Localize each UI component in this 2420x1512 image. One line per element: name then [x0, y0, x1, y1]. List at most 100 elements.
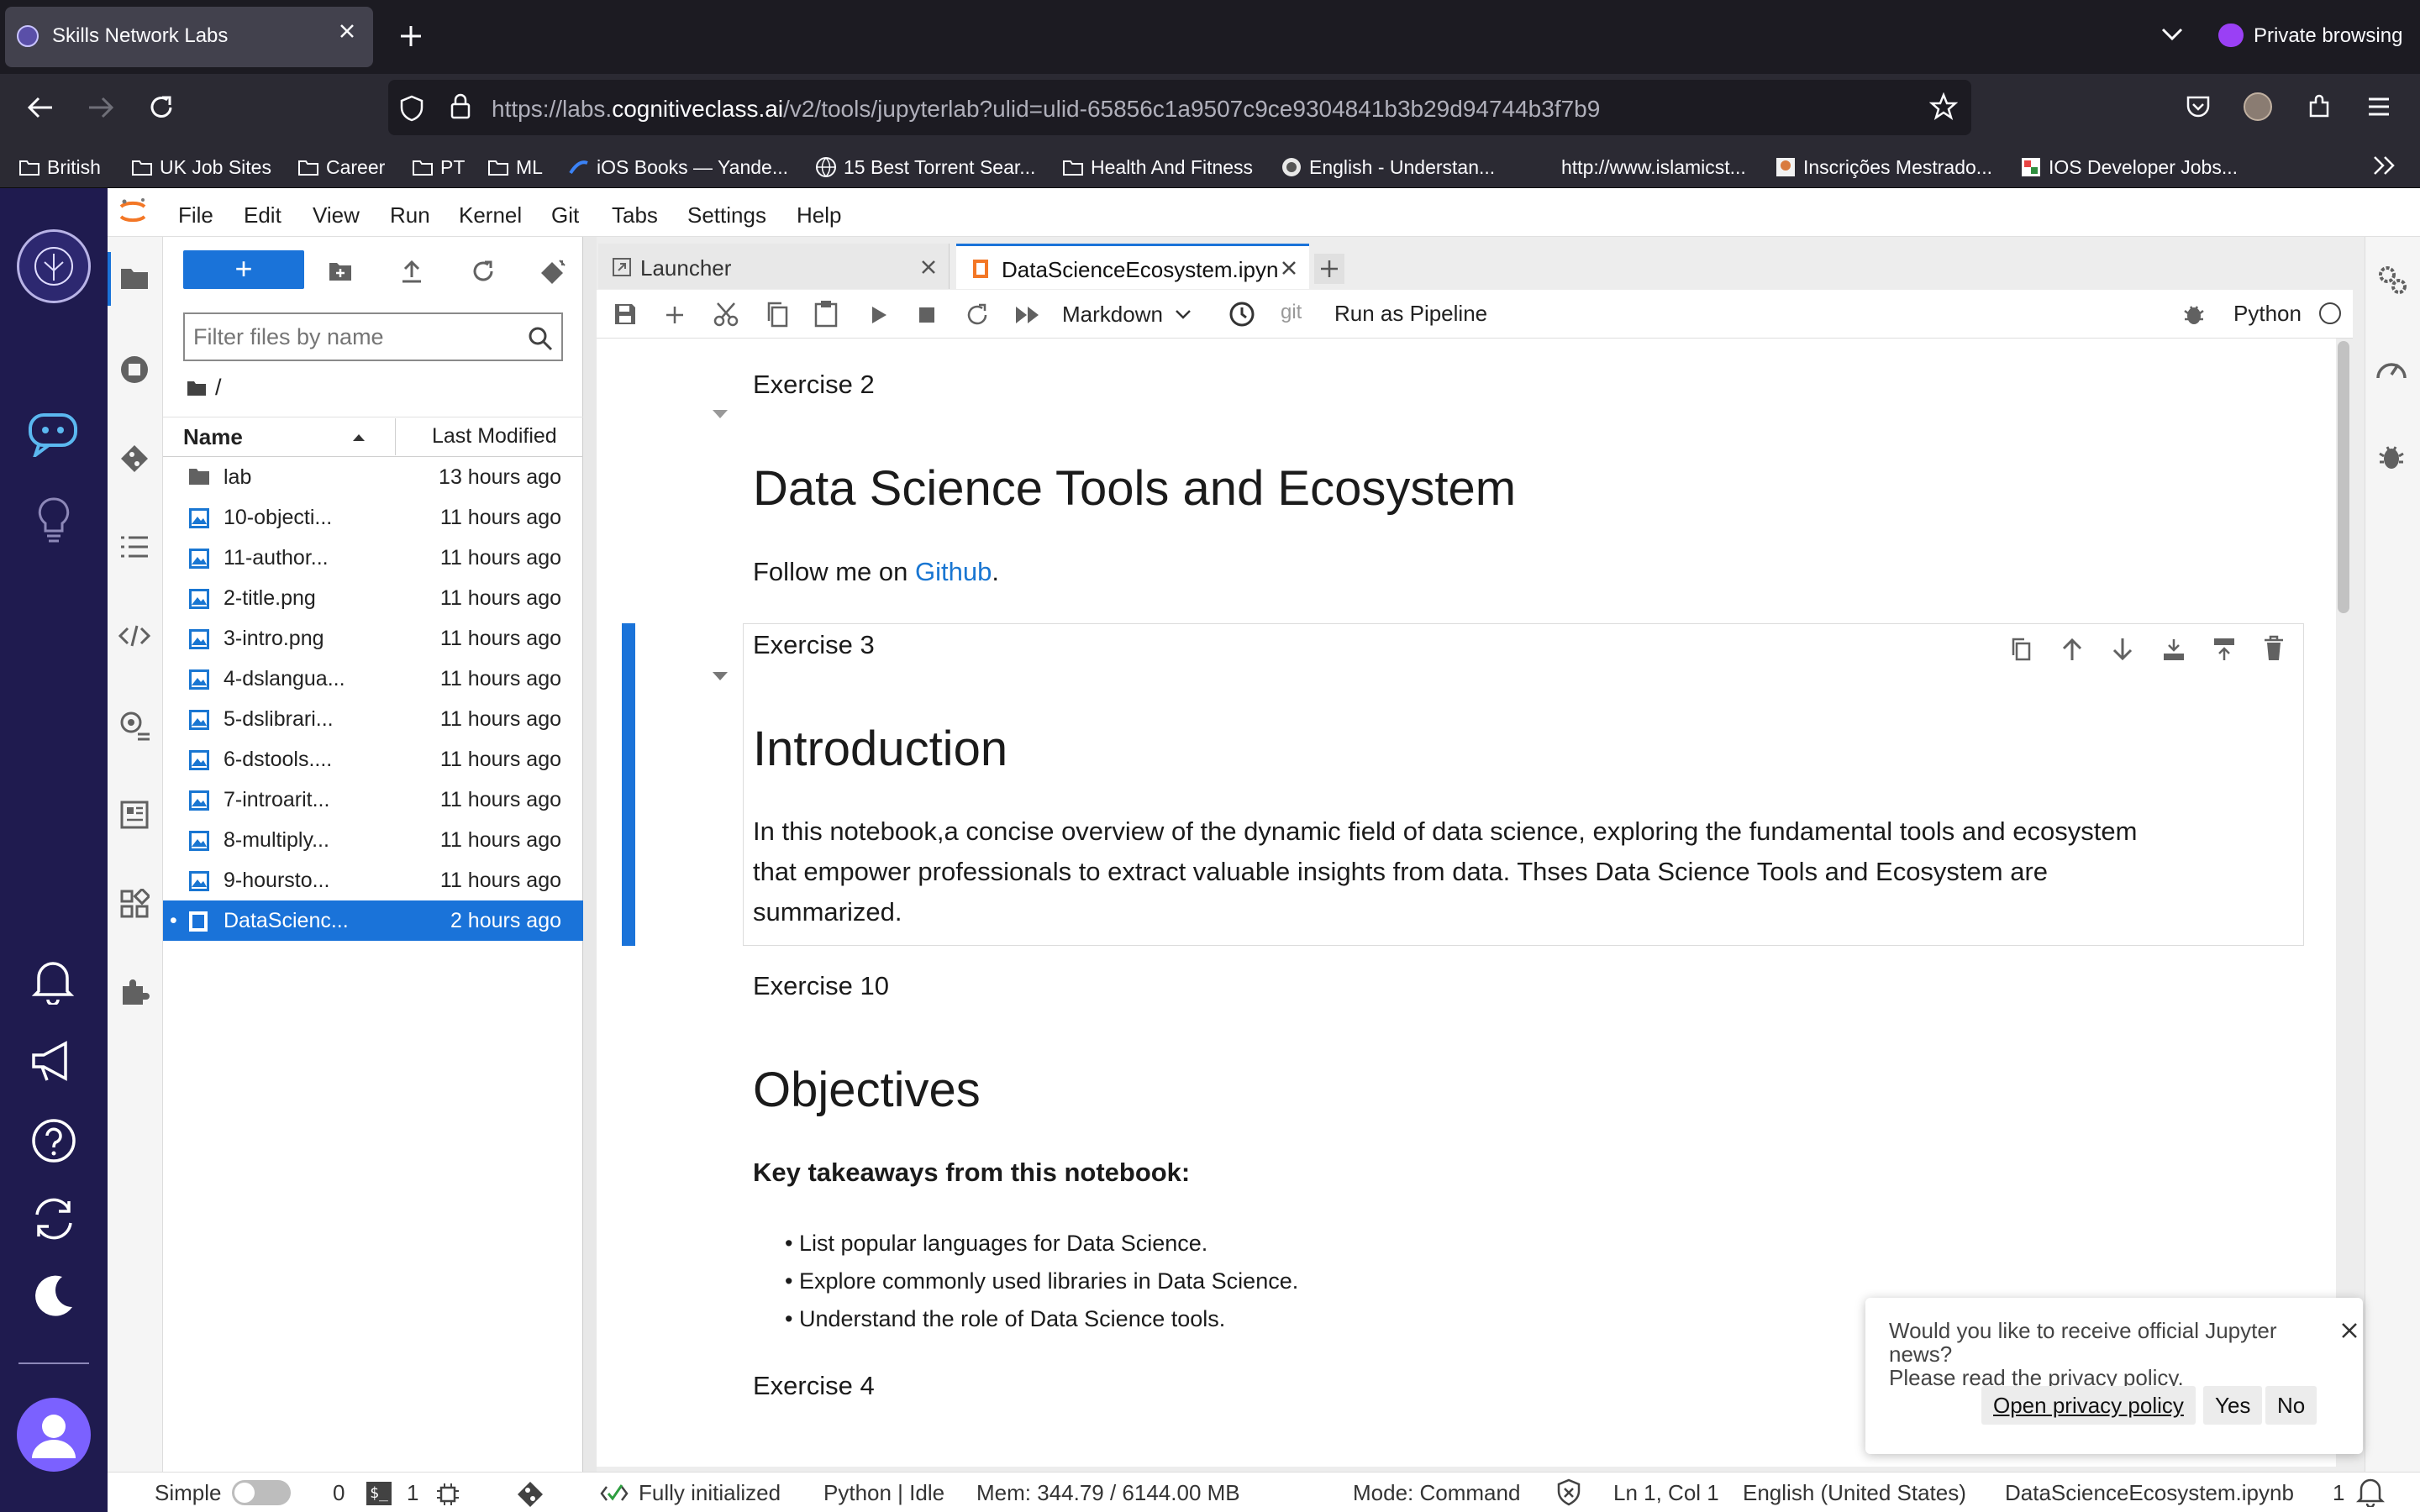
menu-settings[interactable]: Settings	[687, 202, 766, 228]
duplicate-cell-icon[interactable]	[2010, 637, 2032, 662]
file-row[interactable]: 10-objecti... 11 hours ago	[163, 497, 583, 538]
bookmark-ml[interactable]: ML	[487, 155, 543, 180]
git-status-icon[interactable]	[516, 1480, 544, 1509]
git-diff-button[interactable]: git	[1281, 301, 1302, 324]
menu-file[interactable]: File	[178, 202, 213, 228]
file-row[interactable]: 4-dslangua... 11 hours ago	[163, 659, 583, 699]
copy-icon[interactable]	[765, 301, 790, 328]
upload-icon[interactable]	[400, 259, 424, 284]
property-inspector-icon[interactable]	[118, 709, 151, 743]
lightbulb-icon[interactable]	[35, 496, 72, 546]
file-row[interactable]: 5-dslibrari... 11 hours ago	[163, 699, 583, 739]
bookmark-career[interactable]: Career	[297, 155, 385, 180]
delete-cell-icon[interactable]	[2262, 635, 2286, 662]
kernel-name[interactable]: Python	[2233, 301, 2302, 327]
filter-files-field[interactable]	[193, 321, 513, 353]
dark-mode-moon-icon[interactable]	[34, 1273, 76, 1319]
menu-view[interactable]: View	[313, 202, 360, 228]
move-cell-down-icon[interactable]	[2111, 637, 2134, 662]
account-avatar-icon[interactable]	[2244, 92, 2272, 121]
tab-close-icon[interactable]	[336, 20, 358, 42]
git-clone-icon[interactable]	[539, 259, 566, 284]
panel-splitter[interactable]	[583, 237, 597, 1472]
bookmark-pt[interactable]: PT	[412, 155, 465, 180]
code-snippets-icon[interactable]	[118, 623, 151, 648]
bookmark-inscricoes[interactable]: Inscrições Mestrado...	[1775, 155, 1992, 180]
chat-assistant-icon[interactable]	[27, 410, 79, 457]
tab-notebook[interactable]: DataScienceEcosystem.ipyn	[956, 244, 1309, 289]
list-tabs-chevron-icon[interactable]	[2160, 25, 2185, 44]
collapse-caret-icon[interactable]	[711, 408, 729, 420]
bookmark-uk-job-sites[interactable]: UK Job Sites	[131, 155, 271, 180]
reload-icon[interactable]	[146, 92, 176, 123]
bookmark-health[interactable]: Health And Fitness	[1062, 155, 1253, 180]
hamburger-menu-icon[interactable]	[2366, 96, 2391, 118]
paste-icon[interactable]	[813, 299, 839, 328]
menu-kernel[interactable]: Kernel	[459, 202, 522, 228]
back-icon[interactable]	[25, 94, 55, 121]
megaphone-icon[interactable]	[29, 1038, 77, 1085]
tab-launcher-close-icon[interactable]	[920, 259, 937, 276]
lsp-status[interactable]: Fully initialized	[639, 1480, 781, 1506]
more-bookmarks-chevron-icon[interactable]	[2371, 155, 2396, 176]
spellcheck-shield-icon[interactable]	[1556, 1478, 1581, 1507]
notification-bell-icon[interactable]	[2356, 1477, 2385, 1507]
interrupt-kernel-icon[interactable]	[918, 306, 936, 324]
file-row[interactable]: 9-hoursto... 11 hours ago	[163, 860, 583, 900]
open-privacy-policy-button[interactable]: Open privacy policy	[1981, 1386, 2196, 1425]
move-cell-up-icon[interactable]	[2060, 637, 2084, 662]
cut-icon[interactable]	[713, 301, 739, 328]
new-tab-icon[interactable]	[398, 24, 424, 49]
pocket-icon[interactable]	[2185, 94, 2212, 119]
file-row[interactable]: 7-introarit... 11 hours ago	[163, 780, 583, 820]
bookmark-british[interactable]: British	[18, 155, 101, 180]
table-of-contents-icon[interactable]	[119, 534, 150, 559]
run-as-pipeline-button[interactable]: Run as Pipeline	[1334, 301, 1487, 327]
tab-notebook-close-icon[interactable]	[1281, 260, 1297, 276]
save-icon[interactable]	[613, 302, 637, 326]
bookmark-torrent[interactable]: 15 Best Torrent Sear...	[815, 155, 1035, 180]
bookmark-ios-jobs[interactable]: IOS Developer Jobs...	[2020, 155, 2238, 180]
menu-tabs[interactable]: Tabs	[612, 202, 658, 228]
file-row[interactable]: 6-dstools.... 11 hours ago	[163, 739, 583, 780]
insert-cell-above-icon[interactable]	[2161, 637, 2186, 662]
file-row[interactable]: • DataScienc... 2 hours ago	[163, 900, 583, 941]
active-cell[interactable]	[743, 623, 2304, 946]
property-gears-icon[interactable]	[2376, 264, 2408, 296]
help-icon[interactable]	[30, 1117, 77, 1164]
folder-icon[interactable]	[119, 265, 150, 291]
news-no-button[interactable]: No	[2265, 1386, 2317, 1425]
cell-type-dropdown[interactable]: Markdown	[1062, 299, 1205, 329]
bell-icon[interactable]	[30, 958, 76, 1005]
simple-mode-toggle[interactable]	[232, 1480, 291, 1505]
run-cell-icon[interactable]	[869, 304, 889, 326]
filter-files-input[interactable]	[183, 312, 563, 361]
add-tab-icon[interactable]	[1314, 254, 1344, 284]
terminal-count[interactable]: 0	[333, 1480, 345, 1506]
extensions-icon[interactable]	[2306, 92, 2334, 121]
insert-cell-icon[interactable]	[664, 304, 686, 326]
language-selector[interactable]: English (United States)	[1743, 1480, 1966, 1506]
file-row[interactable]: 2-title.png 11 hours ago	[163, 578, 583, 618]
extension-widget-icon[interactable]	[119, 800, 150, 830]
file-row[interactable]: 11-author... 11 hours ago	[163, 538, 583, 578]
shield-icon[interactable]	[398, 94, 425, 123]
new-folder-icon[interactable]	[328, 260, 353, 282]
cursor-position[interactable]: Ln 1, Col 1	[1613, 1480, 1719, 1506]
user-avatar-icon[interactable]	[17, 1398, 91, 1472]
lock-icon[interactable]	[449, 92, 472, 121]
notebook-scrollbar-thumb[interactable]	[2338, 341, 2349, 613]
bookmark-islamic[interactable]: http://www.islamicst...	[1561, 155, 1746, 180]
running-kernels-icon[interactable]	[119, 354, 150, 385]
tab-launcher[interactable]: Launcher	[598, 244, 950, 289]
collapse-caret-icon[interactable]	[711, 670, 729, 682]
kernel-status[interactable]: Python | Idle	[823, 1480, 944, 1506]
time-history-icon[interactable]	[1228, 301, 1255, 328]
menu-edit[interactable]: Edit	[244, 202, 281, 228]
url-text[interactable]: https://labs.cognitiveclass.ai/v2/tools/…	[492, 96, 1600, 123]
file-row[interactable]: lab 13 hours ago	[163, 457, 583, 497]
last-modified-column-header[interactable]: Last Modified	[432, 424, 557, 449]
menu-help[interactable]: Help	[797, 202, 841, 228]
breadcrumb[interactable]: /	[187, 375, 222, 401]
skills-network-logo-icon[interactable]	[17, 229, 91, 303]
